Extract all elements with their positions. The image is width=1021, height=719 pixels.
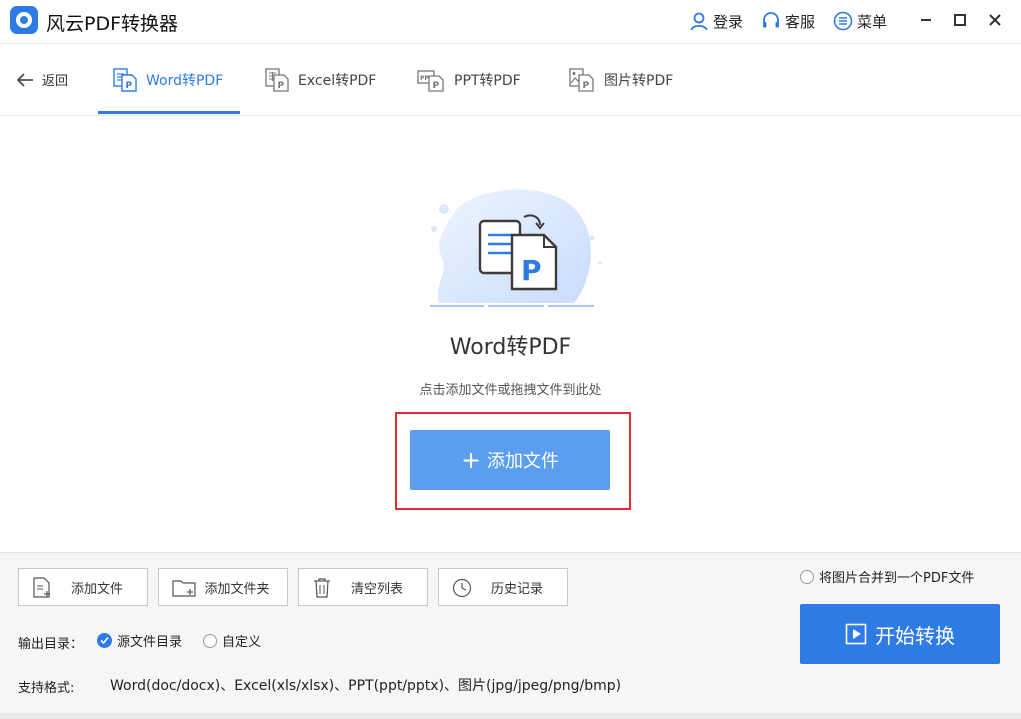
svg-text:P: P	[583, 81, 590, 91]
word-to-pdf-icon: P	[113, 68, 137, 92]
tab-label: Excel转PDF	[298, 73, 377, 89]
plus-icon: +	[460, 446, 482, 474]
bottom-panel: 添加文件 添加文件夹 清空列表 历史记录 将图片合并到一个PDF文件 输出目录：…	[0, 552, 1021, 719]
play-icon	[845, 623, 867, 645]
toolbar-clear-list-button[interactable]: 清空列表	[298, 568, 428, 606]
maximize-button[interactable]	[947, 8, 973, 32]
menu-label: 菜单	[857, 12, 888, 31]
tab-bar: 返回 P Word转PDF P Excel转PDF PPT P PPT转PDF P…	[0, 44, 1021, 116]
minimize-button[interactable]	[913, 8, 939, 32]
tab-excel-to-pdf[interactable]: P Excel转PDF	[264, 44, 376, 116]
tab-word-to-pdf[interactable]: P Word转PDF	[112, 44, 223, 116]
svg-text:P: P	[278, 81, 285, 91]
toolbar-add-folder-button[interactable]: 添加文件夹	[158, 568, 288, 606]
formats-label: 支持格式:	[18, 681, 75, 696]
user-icon	[690, 12, 708, 31]
tab-image-to-pdf[interactable]: P 图片转PDF	[568, 44, 673, 116]
start-convert-label: 开始转换	[875, 623, 955, 648]
tab-ppt-to-pdf[interactable]: PPT P PPT转PDF	[416, 44, 521, 116]
file-drop-area[interactable]: P Word转PDF 点击添加文件或拖拽文件到此处 + 添加文件	[0, 117, 1021, 552]
app-logo-icon	[10, 6, 38, 34]
add-file-button[interactable]: + 添加文件	[410, 430, 610, 490]
drop-hint: 点击添加文件或拖拽文件到此处	[419, 383, 602, 398]
merge-images-option[interactable]: 将图片合并到一个PDF文件	[800, 567, 974, 586]
maximize-icon	[954, 14, 966, 26]
image-to-pdf-icon: P	[569, 68, 594, 92]
close-icon	[989, 14, 1001, 26]
svg-text:P: P	[521, 254, 542, 287]
output-custom-option[interactable]: 自定义	[203, 631, 261, 650]
toolbar-add-file-button[interactable]: 添加文件	[18, 568, 148, 606]
excel-to-pdf-icon: P	[265, 68, 289, 92]
ppt-to-pdf-icon: PPTP	[417, 70, 444, 92]
arrow-left-icon	[16, 72, 33, 87]
menu-button[interactable]: 菜单	[833, 10, 887, 32]
merge-label: 将图片合并到一个PDF文件	[819, 571, 975, 586]
custom-radio[interactable]	[203, 633, 217, 648]
login-label: 登录	[713, 12, 744, 31]
formats-value: Word(doc/docx)、Excel(xls/xlsx)、PPT(ppt/p…	[110, 678, 622, 694]
title-bar: 风云PDF转换器 登录 客服 菜单	[0, 0, 1021, 44]
tab-label: Word转PDF	[146, 73, 224, 89]
headset-icon	[763, 12, 779, 28]
back-button[interactable]: 返回	[16, 70, 68, 89]
output-source-label: 源文件目录	[117, 635, 183, 650]
active-tab-indicator	[98, 111, 240, 114]
output-source-option[interactable]: 源文件目录	[97, 631, 182, 650]
toolbar-label: 清空列表	[350, 581, 403, 597]
svg-text:P: P	[126, 81, 133, 91]
svg-text:P: P	[433, 81, 440, 91]
add-file-label: 添加文件	[487, 451, 560, 472]
check-icon[interactable]	[97, 633, 112, 648]
service-button[interactable]: 客服	[761, 10, 815, 32]
minimize-icon	[921, 19, 931, 21]
toolbar-history-button[interactable]: 历史记录	[438, 568, 568, 606]
tab-label: 图片转PDF	[604, 73, 674, 89]
app-title: 风云PDF转换器	[46, 13, 179, 35]
word-to-pdf-illustration-icon: P	[430, 189, 602, 307]
toolbar-label: 添加文件	[70, 581, 123, 597]
window-bottom-edge	[0, 713, 1021, 719]
tab-label: PPT转PDF	[454, 73, 521, 89]
toolbar-label: 历史记录	[490, 581, 543, 597]
merge-radio[interactable]	[800, 569, 814, 584]
login-button[interactable]: 登录	[689, 10, 743, 32]
start-convert-button[interactable]: 开始转换	[800, 604, 1000, 664]
output-dir-label: 输出目录：	[18, 637, 84, 652]
service-label: 客服	[785, 12, 816, 31]
close-button[interactable]	[982, 8, 1008, 32]
output-custom-label: 自定义	[222, 635, 262, 650]
back-label: 返回	[42, 74, 69, 89]
toolbar-label: 添加文件夹	[204, 581, 270, 597]
page-title: Word转PDF	[449, 335, 572, 360]
menu-icon	[833, 11, 853, 31]
